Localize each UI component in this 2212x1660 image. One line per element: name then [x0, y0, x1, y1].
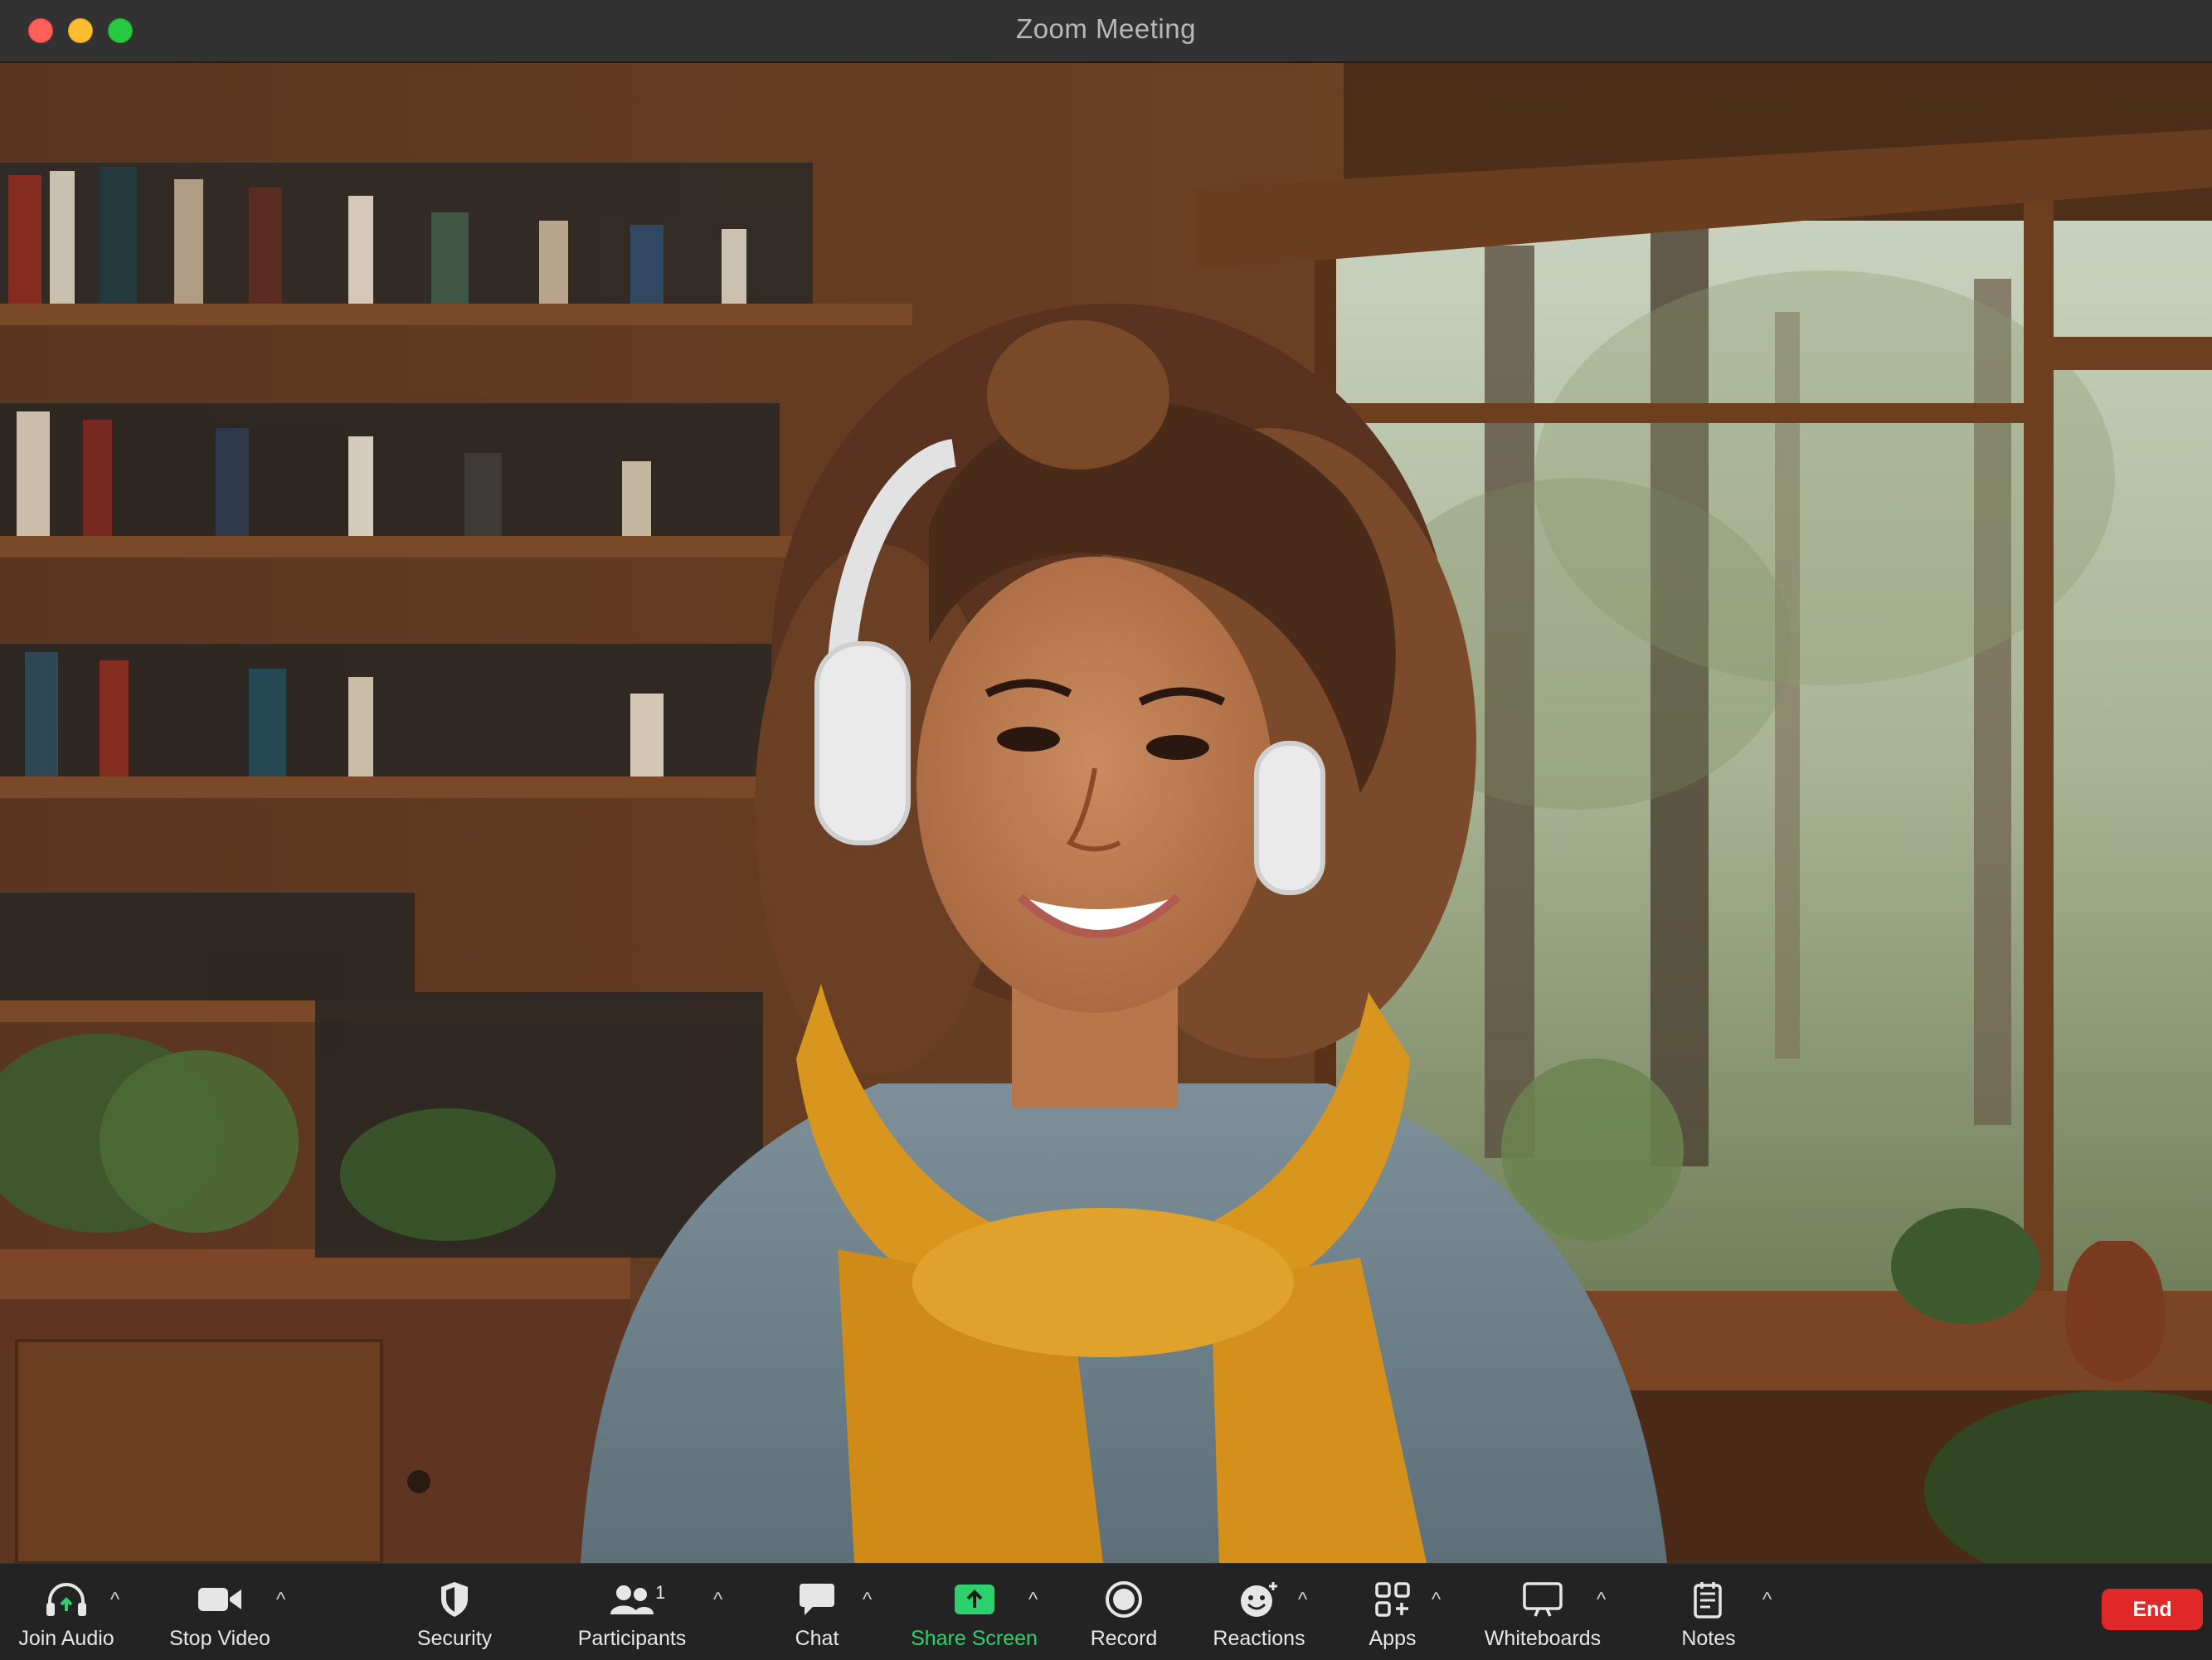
security-label: Security — [416, 1627, 493, 1650]
participants-options-chevron-icon[interactable]: ^ — [713, 1589, 722, 1612]
notes-options-chevron-icon[interactable]: ^ — [1762, 1589, 1772, 1612]
chat-button[interactable]: Chat — [759, 1564, 875, 1660]
audio-options-chevron-icon[interactable]: ^ — [110, 1589, 119, 1612]
emoji-icon — [1238, 1579, 1280, 1620]
meeting-toolbar: Join Audio ^ Stop Video ^ Security Parti… — [0, 1563, 2212, 1660]
whiteboards-options-chevron-icon[interactable]: ^ — [1597, 1589, 1606, 1612]
apps-button[interactable]: Apps — [1334, 1564, 1451, 1660]
participants-count-badge: 1 — [655, 1582, 666, 1603]
notes-label: Notes — [1681, 1627, 1736, 1650]
share-screen-button[interactable]: Share Screen — [906, 1564, 1043, 1660]
people-icon — [609, 1579, 655, 1620]
headphones-icon — [45, 1579, 88, 1620]
chat-label: Chat — [795, 1627, 839, 1650]
share-options-chevron-icon[interactable]: ^ — [1028, 1589, 1038, 1612]
chat-bubble-icon — [798, 1579, 836, 1620]
end-meeting-button[interactable]: End — [2102, 1589, 2203, 1630]
video-options-chevron-icon[interactable]: ^ — [276, 1589, 285, 1612]
whiteboard-icon — [1522, 1579, 1563, 1620]
apps-options-chevron-icon[interactable]: ^ — [1432, 1589, 1441, 1612]
video-feed — [0, 63, 2212, 1563]
whiteboards-button[interactable]: Whiteboards — [1485, 1564, 1601, 1660]
share-screen-label: Share Screen — [911, 1627, 1038, 1650]
reactions-label: Reactions — [1213, 1627, 1305, 1650]
stop-video-button[interactable]: Stop Video — [162, 1564, 278, 1660]
record-icon — [1105, 1579, 1143, 1620]
join-audio-label: Join Audio — [18, 1627, 114, 1650]
notes-button[interactable]: Notes — [1650, 1564, 1767, 1660]
share-screen-icon — [953, 1579, 996, 1620]
apps-icon — [1373, 1579, 1412, 1620]
security-button[interactable]: Security — [396, 1564, 513, 1660]
notes-icon — [1692, 1579, 1725, 1620]
reactions-button[interactable]: Reactions — [1201, 1564, 1317, 1660]
chat-options-chevron-icon[interactable]: ^ — [863, 1589, 872, 1612]
record-label: Record — [1090, 1627, 1158, 1650]
window-titlebar: Zoom Meeting — [0, 0, 2212, 63]
reactions-options-chevron-icon[interactable]: ^ — [1298, 1589, 1307, 1612]
whiteboards-label: Whiteboards — [1484, 1627, 1602, 1650]
stop-video-label: Stop Video — [169, 1627, 270, 1650]
video-camera-icon — [197, 1579, 243, 1620]
shield-icon — [438, 1579, 471, 1620]
apps-label: Apps — [1369, 1627, 1417, 1650]
participant-video-image — [0, 63, 2212, 1563]
window-title: Zoom Meeting — [1016, 13, 1196, 44]
record-button[interactable]: Record — [1066, 1564, 1182, 1660]
participants-button[interactable]: Participants — [574, 1564, 690, 1660]
join-audio-button[interactable]: Join Audio — [8, 1564, 124, 1660]
participants-label: Participants — [577, 1627, 687, 1650]
